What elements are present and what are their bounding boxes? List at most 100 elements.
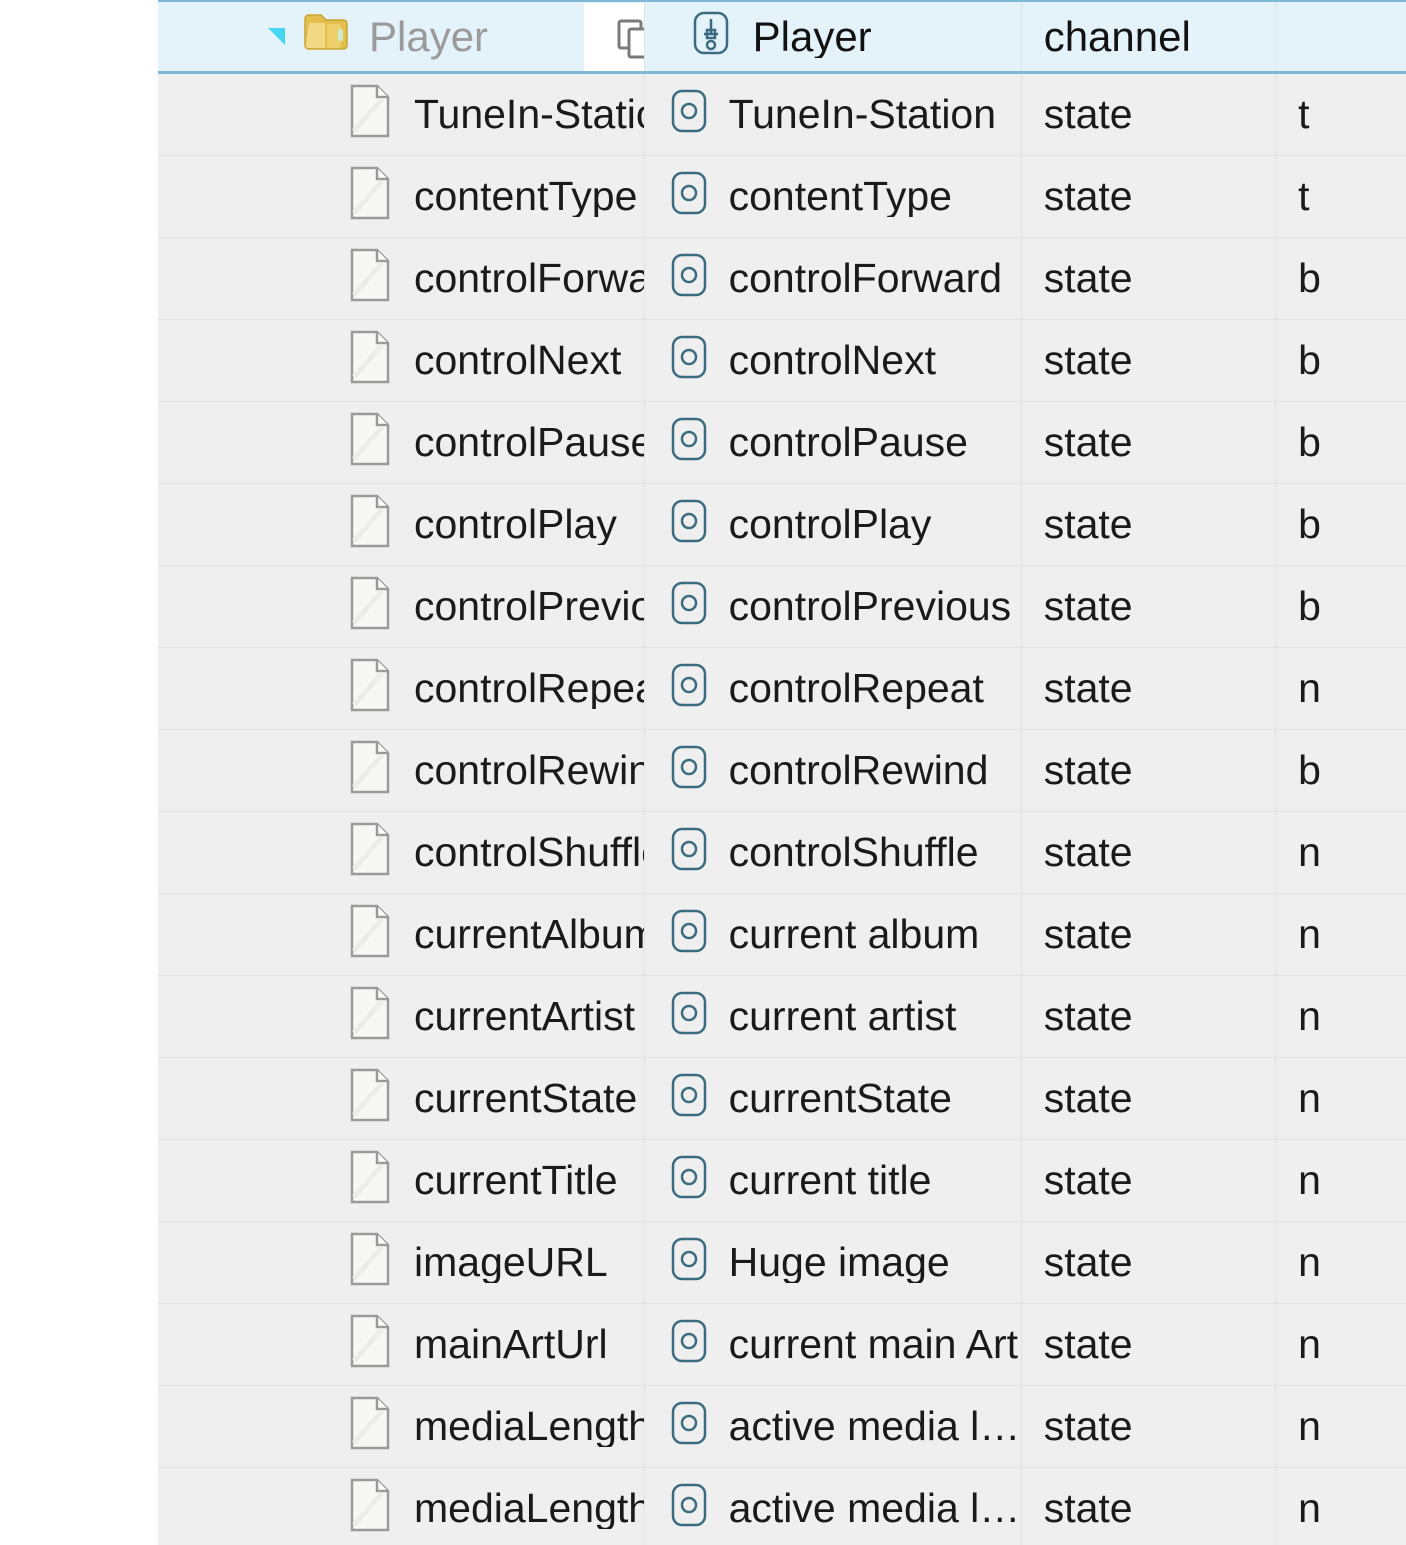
row-type-cell: b (1298, 583, 1321, 629)
row-label-cell[interactable]: TuneIn-Station (645, 74, 1022, 155)
table-row[interactable]: controlRewind controlRewind state b (158, 730, 1406, 812)
table-row[interactable]: currentAlbum current album state n (158, 894, 1406, 976)
row-type-cell: n (1298, 911, 1321, 957)
row-name-text: currentTitle (414, 1160, 618, 1201)
row-label-cell[interactable]: current artist (645, 976, 1022, 1057)
row-name-cell[interactable]: imageURL (158, 1222, 645, 1303)
group-name-cell[interactable]: Player (158, 2, 645, 71)
tree-group-row-player[interactable]: Player Player channel (158, 0, 1406, 74)
row-name-cell[interactable]: currentArtist (158, 976, 645, 1057)
row-name-text: currentAlbum (414, 914, 644, 955)
row-type-cell: n (1298, 1485, 1321, 1531)
triangle-collapse-icon[interactable] (268, 28, 285, 45)
table-row[interactable]: controlForward controlForward state b (158, 238, 1406, 320)
row-name-cell[interactable]: controlPrevious (158, 566, 645, 647)
row-label-cell[interactable]: contentType (645, 156, 1022, 237)
table-row[interactable]: controlPrevious controlPrevious state b (158, 566, 1406, 648)
item-icon (669, 334, 709, 387)
row-kind-cell: state (1022, 730, 1277, 811)
row-kind-cell: state (1022, 320, 1277, 401)
row-label-text: controlRepeat (728, 668, 984, 709)
row-label-cell[interactable]: active media le… (645, 1386, 1022, 1467)
row-name-cell[interactable]: controlForward (158, 238, 645, 319)
row-label-cell[interactable]: Huge image (645, 1222, 1022, 1303)
table-row[interactable]: mediaLength active media le… state n (158, 1386, 1406, 1468)
table-row[interactable]: TuneIn-Station TuneIn-Station state t (158, 74, 1406, 156)
document-icon (348, 1231, 392, 1294)
table-row[interactable]: contentType contentType state t (158, 156, 1406, 238)
row-label-cell[interactable]: controlForward (645, 238, 1022, 319)
document-icon (348, 83, 392, 146)
document-icon (348, 411, 392, 474)
row-label-cell[interactable]: controlRewind (645, 730, 1022, 811)
document-icon (348, 1395, 392, 1458)
row-label-text: TuneIn-Station (728, 94, 997, 135)
table-row[interactable]: controlPlay controlPlay state b (158, 484, 1406, 566)
row-name-text: currentState (414, 1078, 638, 1119)
table-row[interactable]: controlPause controlPause state b (158, 402, 1406, 484)
tree-table: Player Player channel TuneIn-Stati TuneI… (158, 0, 1406, 1545)
item-icon (669, 1072, 709, 1125)
table-row[interactable]: controlShuffle controlShuffle state n (158, 812, 1406, 894)
row-name-cell[interactable]: mainArtUrl (158, 1304, 645, 1385)
row-name-cell[interactable]: currentTitle (158, 1140, 645, 1221)
row-label-cell[interactable]: controlNext (645, 320, 1022, 401)
row-label-cell[interactable]: controlPrevious (645, 566, 1022, 647)
row-type-cell: n (1298, 1239, 1321, 1285)
table-row[interactable]: mediaLengthS active media le… state n (158, 1468, 1406, 1545)
item-icon (669, 744, 709, 797)
document-icon (348, 329, 392, 392)
row-label-cell[interactable]: controlShuffle (645, 812, 1022, 893)
table-row[interactable]: currentArtist current artist state n (158, 976, 1406, 1058)
item-icon (669, 416, 709, 469)
row-type-cell: n (1298, 1157, 1321, 1203)
row-name-cell[interactable]: controlPause (158, 402, 645, 483)
group-label-cell[interactable]: Player (645, 2, 1022, 71)
table-row[interactable]: imageURL Huge image state n (158, 1222, 1406, 1304)
row-kind-cell: state (1022, 1058, 1277, 1139)
row-type-cell: b (1298, 337, 1321, 383)
row-type-cell: n (1298, 1075, 1321, 1121)
row-label-cell[interactable]: controlRepeat (645, 648, 1022, 729)
document-icon (348, 657, 392, 720)
row-name-cell[interactable]: mediaLength (158, 1386, 645, 1467)
row-name-cell[interactable]: controlNext (158, 320, 645, 401)
row-label-cell[interactable]: current title (645, 1140, 1022, 1221)
row-kind-cell: state (1022, 1140, 1277, 1221)
table-row[interactable]: controlRepeat controlRepeat state n (158, 648, 1406, 730)
row-kind-cell: state (1022, 1304, 1277, 1385)
table-row[interactable]: currentTitle current title state n (158, 1140, 1406, 1222)
item-icon (669, 1482, 709, 1535)
row-label-cell[interactable]: current main Art (645, 1304, 1022, 1385)
row-name-text: mediaLengthS (414, 1488, 644, 1529)
item-icon (669, 826, 709, 879)
row-label-text: current main Art (728, 1324, 1018, 1365)
row-label-cell[interactable]: controlPlay (645, 484, 1022, 565)
row-name-cell[interactable]: controlShuffle (158, 812, 645, 893)
row-label-text: Huge image (728, 1242, 950, 1283)
row-name-text: controlRepeat (414, 668, 644, 709)
left-gutter (0, 0, 158, 1545)
row-label-cell[interactable]: currentState (645, 1058, 1022, 1139)
row-name-cell[interactable]: mediaLengthS (158, 1468, 645, 1545)
table-row[interactable]: mainArtUrl current main Art state n (158, 1304, 1406, 1386)
row-label-cell[interactable]: controlPause (645, 402, 1022, 483)
row-name-cell[interactable]: controlRewind (158, 730, 645, 811)
row-label-cell[interactable]: active media le… (645, 1468, 1022, 1545)
item-icon (669, 990, 709, 1043)
row-name-cell[interactable]: TuneIn-Station (158, 74, 645, 155)
item-icon (669, 1400, 709, 1453)
row-type-cell: n (1298, 993, 1321, 1039)
document-icon (348, 1477, 392, 1540)
row-name-cell[interactable]: controlRepeat (158, 648, 645, 729)
copy-button[interactable] (584, 3, 644, 71)
row-name-cell[interactable]: contentType (158, 156, 645, 237)
row-label-cell[interactable]: current album (645, 894, 1022, 975)
row-name-cell[interactable]: controlPlay (158, 484, 645, 565)
row-label-text: controlShuffle (728, 832, 979, 873)
table-row[interactable]: controlNext controlNext state b (158, 320, 1406, 402)
row-name-cell[interactable]: currentState (158, 1058, 645, 1139)
table-row[interactable]: currentState currentState state n (158, 1058, 1406, 1140)
row-name-cell[interactable]: currentAlbum (158, 894, 645, 975)
row-name-text: controlShuffle (414, 832, 644, 873)
